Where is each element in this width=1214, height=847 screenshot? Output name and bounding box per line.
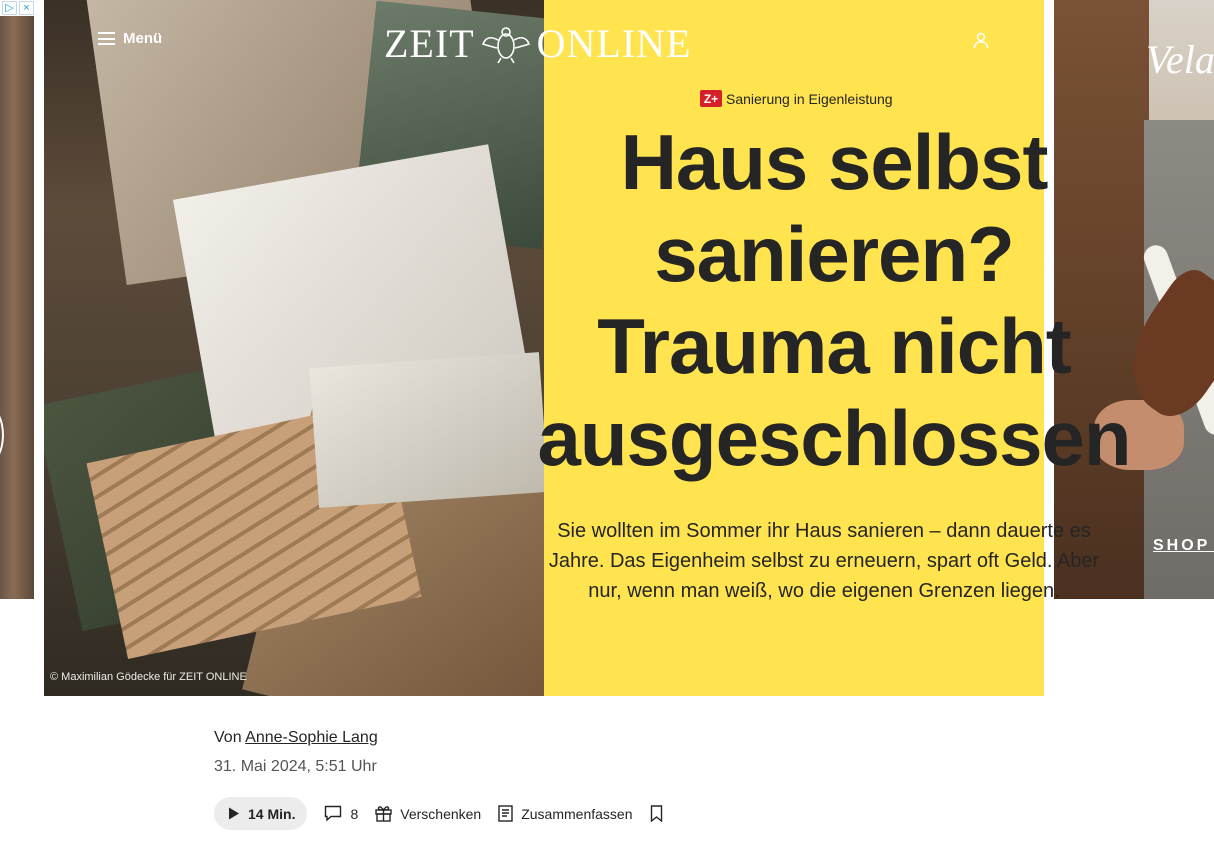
document-icon (498, 805, 513, 822)
listen-button[interactable]: 14 Min. (214, 797, 308, 830)
gift-icon (375, 806, 392, 822)
comments-button[interactable]: 8 (324, 805, 358, 822)
zplus-badge: Z+ (700, 90, 722, 107)
comments-count: 8 (350, 805, 359, 822)
bookmark-button[interactable] (650, 805, 663, 822)
summarize-button[interactable]: Zusammenfassen (498, 805, 633, 822)
zeit-online-logo[interactable]: ZEIT ONLINE (384, 20, 691, 67)
user-account-icon[interactable] (972, 31, 990, 49)
ad-choices-badge[interactable]: ▷ × (0, 0, 34, 16)
image-credit: © Maximilian Gödecke für ZEIT ONLINE (50, 671, 247, 683)
ad-close-icon[interactable]: × (19, 1, 34, 15)
kicker-text: Sanierung in Eigenleistung (726, 90, 893, 107)
summarize-label: Zusammenfassen (521, 805, 633, 822)
byline-prefix: Von (214, 729, 242, 746)
ad-info-icon[interactable]: ▷ (2, 1, 17, 15)
hero-image: © Maximilian Gödecke für ZEIT ONLINE (44, 0, 544, 696)
gift-button[interactable]: Verschenken (375, 805, 481, 822)
byline: Von Anne-Sophie Lang (214, 729, 378, 747)
author-link[interactable]: Anne-Sophie Lang (245, 729, 378, 746)
left-skyscraper-ad[interactable]: ▷ × (0, 0, 34, 599)
ad-brand-text: Vela (1146, 37, 1214, 82)
play-icon (229, 807, 239, 820)
ad-decoration (0, 405, 4, 465)
article-actions: 14 Min. 8 Verschenken Zusammenfassen (214, 797, 663, 830)
logo-text-right: ONLINE (536, 21, 692, 66)
gift-label: Verschenken (400, 805, 482, 822)
article-kicker: Z+ Sanierung in Eigenleistung (700, 90, 893, 107)
publish-date: 31. Mai 2024, 5:51 Uhr (214, 758, 377, 775)
article-headline: Haus selbst sanieren? Trauma nicht ausge… (537, 118, 1132, 482)
comment-icon (325, 805, 342, 822)
logo-text-left: ZEIT (384, 21, 475, 66)
ad-shop-link[interactable]: SHOP N (1153, 537, 1214, 555)
menu-label: Menü (123, 30, 163, 47)
eagle-emblem-icon (481, 26, 530, 63)
article-summary: Sie wollten im Sommer ihr Haus sanieren … (548, 520, 1100, 602)
listen-duration: 14 Min. (248, 805, 296, 822)
bookmark-icon (650, 805, 662, 822)
hamburger-icon (98, 32, 115, 45)
menu-button[interactable]: Menü (98, 30, 162, 47)
